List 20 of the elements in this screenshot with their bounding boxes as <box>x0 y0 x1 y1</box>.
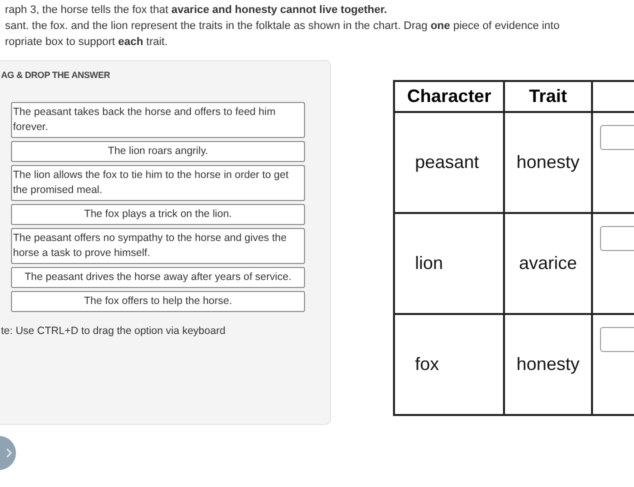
answer-option[interactable]: The fox plays a trick on the lion. <box>11 204 305 225</box>
trait-cell: honesty <box>516 354 580 374</box>
instruction-text: raph 3, the horse tells the fox that avarice and honesty cannot live together. <box>5 3 388 18</box>
trait-cell: honesty <box>516 152 580 172</box>
trait-cell: avarice <box>518 253 578 273</box>
character-cell: lion <box>415 253 444 273</box>
answer-option[interactable]: The lion allows the fox to tie him to the horse in order to get the promised meal. <box>11 165 305 201</box>
answer-option[interactable]: The fox offers to help the horse. <box>11 291 305 312</box>
character-cell: peasant <box>415 152 480 172</box>
section-heading: AG & DROP THE ANSWER <box>1 69 110 82</box>
answer-option[interactable]: The peasant offers no sympathy to the horse and gives the horse a task to prove himself. <box>11 228 305 264</box>
instruction-text: ropriate box to support each trait. <box>5 35 169 50</box>
answer-option[interactable]: The peasant drives the horse away after years of service. <box>11 267 305 288</box>
answer-option[interactable]: The lion roars angrily. <box>11 141 305 162</box>
column-header: Trait <box>504 81 592 112</box>
character-cell: fox <box>415 354 440 374</box>
answer-option[interactable]: The peasant takes back the horse and offers to feed him forever. <box>11 102 305 138</box>
column-header: Character <box>394 81 504 112</box>
instruction-text: sant. the fox. and the lion represent the traits in the folktale as shown in the chart. Drag one piece of evidence into <box>5 19 560 34</box>
keyboard-note: te: Use CTRL+D to drag the option via keyboard <box>1 324 226 339</box>
